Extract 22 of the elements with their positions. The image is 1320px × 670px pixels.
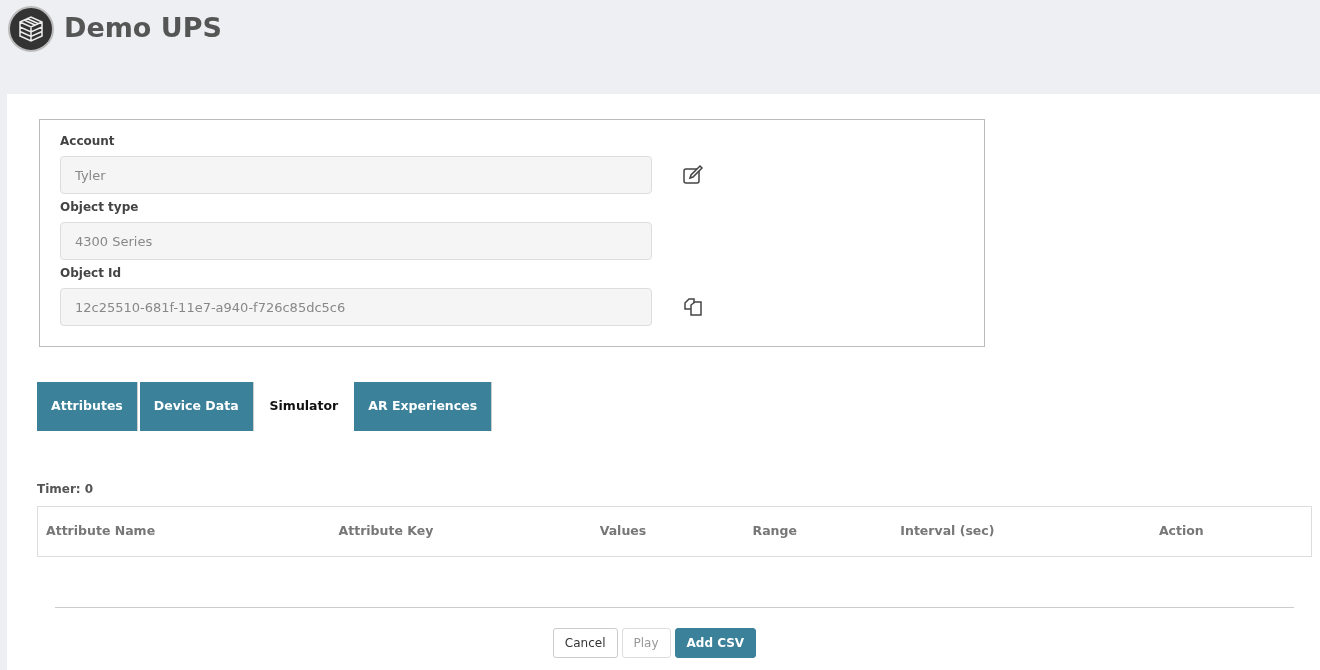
field-label: Account (60, 133, 116, 150)
tab[interactable]: Device Data (139, 382, 254, 431)
timer-label: Timer: 0 (37, 481, 95, 498)
column-header: Action (1150, 506, 1312, 557)
object-type-field[interactable]: 4300 Series (60, 222, 652, 260)
page-title: Demo UPS (64, 12, 222, 45)
cube-logo-icon (8, 6, 54, 52)
column-header: Attribute Key (330, 506, 592, 557)
column-header: Values (591, 506, 745, 557)
column-header: Attribute Name (37, 506, 331, 557)
action-button[interactable]: Add CSV (674, 627, 757, 658)
edit-icon[interactable] (682, 164, 704, 186)
tab[interactable]: Attributes (37, 382, 138, 431)
field-label: Object Id (60, 265, 123, 282)
account-field[interactable]: Tyler (60, 156, 652, 194)
column-header: Range (744, 506, 893, 557)
field-label: Object type (60, 199, 140, 216)
action-button[interactable]: Cancel (552, 627, 618, 658)
copy-icon[interactable] (682, 296, 704, 318)
tab[interactable]: AR Experiences (354, 382, 493, 431)
object-id-field[interactable]: 12c25510-681f-11e7-a940-f726c85dc5c6 (60, 288, 652, 326)
column-header: Interval (sec) (892, 506, 1151, 557)
